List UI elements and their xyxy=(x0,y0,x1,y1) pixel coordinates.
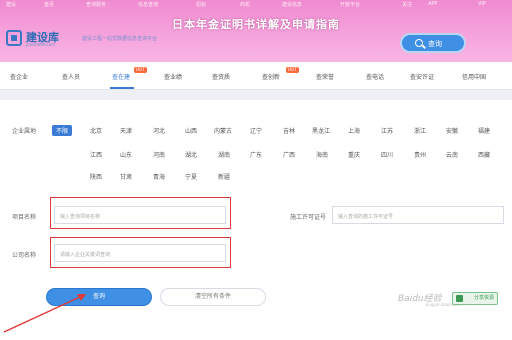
header-search-label: 查询 xyxy=(428,40,442,48)
region-option[interactable]: 甘肃 xyxy=(120,172,132,181)
region-option[interactable]: 天津 xyxy=(120,126,132,135)
region-option[interactable]: 浙江 xyxy=(414,126,426,135)
region-option[interactable]: 青海 xyxy=(153,172,165,181)
site-logo[interactable]: 建设库 jianshe99.com xyxy=(6,28,78,50)
region-option[interactable]: 北京 xyxy=(90,126,102,135)
topnav-item[interactable]: APP xyxy=(428,1,437,7)
region-option[interactable]: 西藏 xyxy=(478,150,490,159)
topnav-item[interactable]: 建设信息 xyxy=(282,1,302,8)
region-option[interactable]: 江苏 xyxy=(381,126,393,135)
region-option[interactable]: 四川 xyxy=(381,150,393,159)
search-icon xyxy=(415,39,423,47)
region-label: 企业属地 xyxy=(12,128,37,135)
region-option[interactable]: 海南 xyxy=(316,150,328,159)
category-tabs: 查企业 查人员 查在建 HOT 查业绩 查资质 查创新 HOT 查荣誉 查电话 … xyxy=(0,62,512,90)
top-nav: 建设 首页 查询服务 信息查询 招标 商机 建设信息 开放平台 关注 APP V… xyxy=(0,0,512,10)
topnav-item[interactable]: 招标 xyxy=(196,1,206,8)
tab-item[interactable]: 查创新 xyxy=(262,72,280,81)
highlight-box xyxy=(50,237,231,268)
permit-no-input[interactable]: 输入查询的施工许可证号 xyxy=(332,206,504,224)
company-name-label: 公司名称 xyxy=(12,252,37,259)
region-option[interactable]: 宁夏 xyxy=(185,172,197,181)
topnav-item[interactable]: VIP xyxy=(478,1,486,7)
region-option[interactable]: 广西 xyxy=(283,150,295,159)
tab-item[interactable]: 查人员 xyxy=(62,72,80,81)
permit-no-label: 施工许可证号 xyxy=(290,214,327,221)
region-option[interactable]: 湖北 xyxy=(185,150,197,159)
hot-badge: HOT xyxy=(286,67,299,73)
region-option[interactable]: 广东 xyxy=(250,150,262,159)
topnav-item[interactable]: 商机 xyxy=(240,1,250,8)
tab-item[interactable]: 查业绩 xyxy=(164,72,182,81)
region-option[interactable]: 河南 xyxy=(153,150,165,159)
topnav-item[interactable]: 建设 xyxy=(6,1,16,8)
top-banner: 建设 首页 查询服务 信息查询 招标 商机 建设信息 开放平台 关注 APP V… xyxy=(0,0,512,62)
region-option[interactable]: 安徽 xyxy=(446,126,458,135)
topnav-item[interactable]: 查询服务 xyxy=(86,1,106,8)
region-option[interactable]: 陕西 xyxy=(90,172,102,181)
region-option[interactable]: 黑龙江 xyxy=(312,126,330,135)
region-option[interactable]: 山东 xyxy=(120,150,132,159)
topnav-item[interactable]: 信息查询 xyxy=(138,1,158,8)
project-name-label: 项目名称 xyxy=(12,214,37,221)
region-option[interactable]: 江西 xyxy=(90,150,102,159)
tab-item[interactable]: 查企业 xyxy=(10,72,28,81)
tab-item[interactable]: 查电话 xyxy=(366,72,384,81)
topnav-item[interactable]: 开放平台 xyxy=(340,1,360,8)
region-option[interactable]: 辽宁 xyxy=(250,126,262,135)
share-badge: 分享资源 xyxy=(452,292,498,305)
region-option[interactable]: 湖南 xyxy=(218,150,230,159)
topnav-item[interactable]: 首页 xyxy=(44,1,54,8)
region-option[interactable]: 福建 xyxy=(478,126,490,135)
tab-item[interactable]: 查荣誉 xyxy=(316,72,334,81)
active-tab-indicator xyxy=(110,87,134,89)
logo-icon xyxy=(6,30,22,46)
region-option[interactable]: 吉林 xyxy=(283,126,295,135)
region-option[interactable]: 新疆 xyxy=(218,172,230,181)
site-slogan: 建设工程一站式数据信息查询平台 xyxy=(82,36,158,42)
tab-item[interactable]: 查安许证 xyxy=(410,72,434,81)
region-option[interactable]: 山西 xyxy=(185,126,197,135)
region-option-selected[interactable]: 不限 xyxy=(52,125,73,136)
baidu-watermark: Baidu经验 jingyan.baidu.com 分享资源 xyxy=(396,288,502,310)
tab-item[interactable]: 查资质 xyxy=(212,72,230,81)
region-option[interactable]: 上海 xyxy=(348,126,360,135)
tab-item[interactable]: 信用中国 xyxy=(462,72,486,81)
topnav-item[interactable]: 关注 xyxy=(402,1,412,8)
region-option[interactable]: 重庆 xyxy=(348,150,360,159)
region-option[interactable]: 内蒙古 xyxy=(214,126,232,135)
header-search-button[interactable]: 查询 xyxy=(400,33,466,53)
hot-badge: HOT xyxy=(134,67,147,73)
region-option[interactable]: 河北 xyxy=(153,126,165,135)
clear-conditions-button[interactable]: 清空所有条件 xyxy=(160,288,266,306)
tab-item-active[interactable]: 查在建 xyxy=(112,72,130,81)
highlight-box xyxy=(50,197,231,229)
region-option[interactable]: 贵州 xyxy=(414,150,426,159)
query-button[interactable]: 查询 xyxy=(46,288,152,306)
region-option[interactable]: 云南 xyxy=(446,150,458,159)
logo-domain: jianshe99.com xyxy=(26,42,56,47)
